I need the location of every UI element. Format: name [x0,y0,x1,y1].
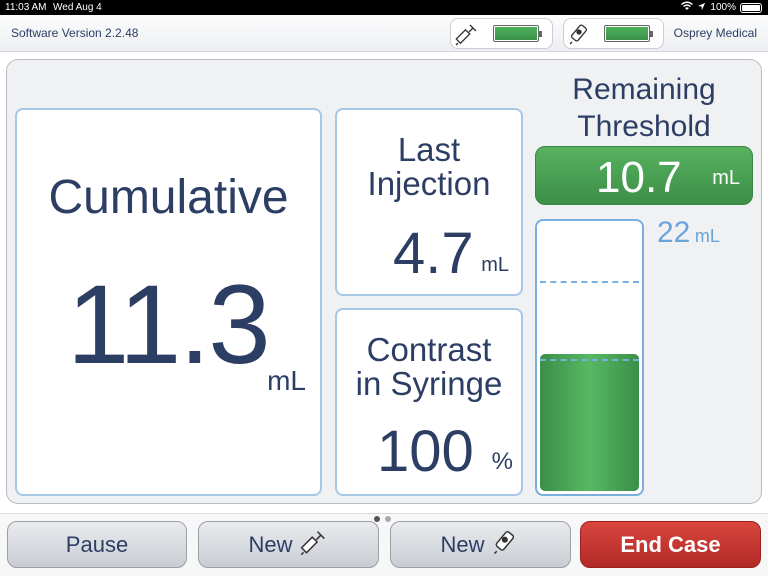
status-battery-percent: 100% [710,2,736,13]
last-injection-title-line1: Last [397,131,461,168]
status-right: 100% [681,1,762,14]
gauge-max-value: 22 [657,216,691,249]
cumulative-value: 11.3 [67,262,271,387]
page-dot-2[interactable] [385,516,391,522]
last-injection-value: 4.7 [393,221,474,286]
remaining-threshold-title-line2: Threshold [577,110,711,143]
contrast-value: 100 [377,419,474,484]
cumulative-card: Cumulative 11.3 mL [15,108,322,496]
battery-icon [740,2,762,13]
contrast-title: Contrast in Syringe [337,333,521,401]
last-injection-title: Last Injection [337,133,521,201]
gauge-max-label: 22 mL [657,216,720,250]
threshold-marker-line [540,281,639,283]
last-injection-card: Last Injection 4.7 mL [335,108,523,296]
volume-gauge [535,219,644,496]
wifi-icon [681,1,694,14]
syringe-device-status[interactable] [450,18,553,49]
status-bar: 11:03 AM Wed Aug 4 100% [0,0,768,15]
volume-gauge-fill [540,354,639,491]
pause-button[interactable]: Pause [7,521,187,568]
brand-name: Osprey Medical [673,26,757,40]
last-injection-unit: mL [481,254,509,276]
status-date: Wed Aug 4 [53,2,102,13]
app-header: Software Version 2.2.48 Osprey Medical [0,15,768,52]
new-cartridge-button-label: New [440,531,485,557]
remaining-threshold-value: 10.7 [596,153,682,202]
contrast-card: Contrast in Syringe 100 % [335,308,523,496]
gauge-max-unit: mL [694,226,720,246]
cartridge-device-status[interactable] [563,18,664,49]
contrast-title-line2: in Syringe [355,365,503,402]
threshold-marker-line [540,359,639,361]
remaining-threshold-title: Remaining Threshold [537,71,751,145]
page-dot-1[interactable] [374,516,380,522]
page-indicator[interactable] [374,516,391,522]
contrast-title-line1: Contrast [366,331,492,368]
cartridge-icon [491,527,521,563]
software-version: Software Version 2.2.48 [11,26,139,40]
cumulative-unit: mL [267,365,306,396]
new-syringe-button-label: New [248,531,293,557]
last-injection-title-line2: Injection [367,165,491,202]
new-cartridge-button[interactable]: New [390,521,571,568]
new-syringe-button[interactable]: New [198,521,379,568]
remaining-threshold-title-line1: Remaining [572,73,716,106]
cartridge-battery [604,25,653,42]
cumulative-title: Cumulative [48,171,289,224]
syringe-icon [451,18,483,49]
contrast-unit: % [491,448,513,475]
pause-button-label: Pause [65,531,129,557]
main-panel: Cumulative 11.3 mL Last Injection 4.7 mL… [6,59,762,504]
status-time: 11:03 AM [5,2,47,13]
location-arrow-icon [697,2,706,14]
remaining-threshold-unit: mL [712,167,740,189]
syringe-icon [299,527,329,563]
syringe-battery [493,25,542,42]
end-case-button-label: End Case [620,531,721,557]
end-case-button[interactable]: End Case [580,521,761,568]
cartridge-icon [564,18,596,49]
remaining-threshold-badge: 10.7 mL [535,146,753,205]
